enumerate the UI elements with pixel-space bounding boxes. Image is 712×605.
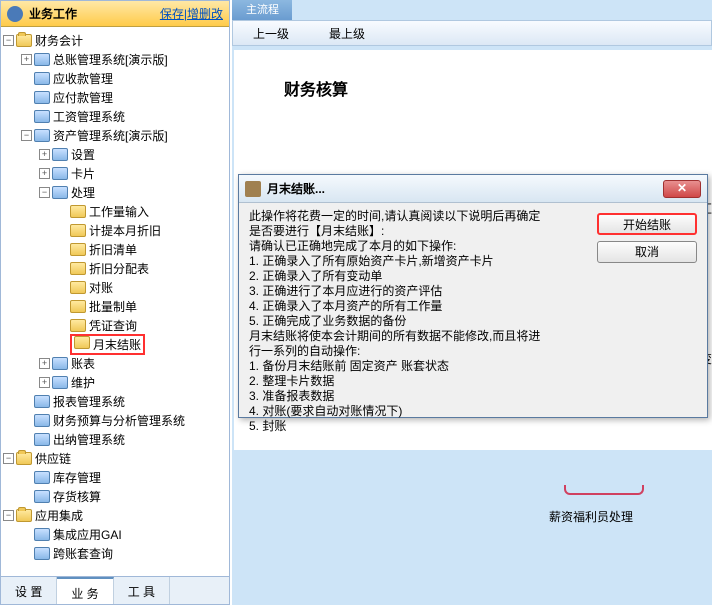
tree-node[interactable]: 批量制单 <box>89 298 137 315</box>
tree-node[interactable]: 处理 <box>71 184 95 201</box>
folder-icon <box>52 167 68 180</box>
expand-icon[interactable]: + <box>39 358 50 369</box>
folder-icon <box>70 205 86 218</box>
label-box <box>564 485 644 495</box>
sidebar: 业务工作 保存 | 增删改 − 财务会计 + 总账管理系统[演示版] 应收款管理 应… <box>0 0 230 605</box>
sidebar-tabs: 设 置 业 务 工 具 <box>1 576 229 604</box>
tree-node[interactable]: 报表管理系统 <box>53 393 125 410</box>
highlighted-node: 月末结账 <box>70 334 145 355</box>
page-title: 财务核算 <box>284 76 712 100</box>
dialog-text: 此操作将花费一定的时间,请认真阅读以下说明后再确定 是否要进行【月末结账】: 请… <box>249 209 597 434</box>
dialog-title: 月末结账... <box>267 180 663 197</box>
dialog-icon <box>245 181 261 197</box>
folder-icon <box>70 243 86 256</box>
label-text: 薪资福利员处理 <box>549 508 633 525</box>
tree-node[interactable]: 出纳管理系统 <box>53 431 125 448</box>
folder-icon <box>70 300 86 313</box>
tree-node[interactable]: 资产管理系统[演示版] <box>53 127 168 144</box>
tree-node[interactable]: 工作量输入 <box>89 203 149 220</box>
collapse-icon[interactable]: − <box>3 510 14 521</box>
expand-icon[interactable]: + <box>39 149 50 160</box>
folder-icon <box>34 395 50 408</box>
dialog-body: 此操作将花费一定的时间,请认真阅读以下说明后再确定 是否要进行【月末结账】: 请… <box>239 203 707 440</box>
folder-icon <box>70 224 86 237</box>
nav-top-button[interactable]: 最上级 <box>329 25 365 42</box>
folder-icon <box>74 336 90 349</box>
nav-bar: 上一级 最上级 <box>232 20 712 46</box>
tree-node[interactable]: 应付款管理 <box>53 89 113 106</box>
tree-node[interactable]: 财务预算与分析管理系统 <box>53 412 185 429</box>
folder-icon <box>70 262 86 275</box>
save-link[interactable]: 保存 <box>160 5 184 22</box>
sidebar-title: 业务工作 <box>29 5 160 22</box>
tree-node[interactable]: 工资管理系统 <box>53 108 125 125</box>
folder-icon <box>34 414 50 427</box>
folder-icon <box>34 91 50 104</box>
tree-node[interactable]: 账表 <box>71 355 95 372</box>
tree-node[interactable]: 跨账套查询 <box>53 545 113 562</box>
collapse-icon[interactable]: − <box>21 130 32 141</box>
dialog-titlebar[interactable]: 月末结账... ✕ <box>239 175 707 203</box>
folder-open-icon <box>16 34 32 47</box>
top-tab[interactable]: 主流程 <box>232 0 292 20</box>
folder-icon <box>52 148 68 161</box>
tree-node[interactable]: 应用集成 <box>35 507 83 524</box>
folder-icon <box>34 528 50 541</box>
tab-settings[interactable]: 设 置 <box>1 577 57 604</box>
tree-node[interactable]: 集成应用GAI <box>53 526 122 543</box>
collapse-icon[interactable]: − <box>3 35 14 46</box>
tab-business[interactable]: 业 务 <box>57 577 113 604</box>
tree-node[interactable]: 总账管理系统[演示版] <box>53 51 168 68</box>
tree-node[interactable]: 设置 <box>71 146 95 163</box>
tree-node[interactable]: 凭证查询 <box>89 317 137 334</box>
tree-node[interactable]: 财务会计 <box>35 32 83 49</box>
folder-icon <box>52 357 68 370</box>
tree-node-month-end[interactable]: 月末结账 <box>93 338 141 352</box>
folder-icon <box>52 376 68 389</box>
tree-node[interactable]: 折旧清单 <box>89 241 137 258</box>
folder-icon <box>70 319 86 332</box>
dialog-buttons: 开始结账 取消 <box>597 209 697 434</box>
expand-icon[interactable]: + <box>39 377 50 388</box>
tree-node[interactable]: 库存管理 <box>53 469 101 486</box>
expand-icon[interactable]: + <box>21 54 32 65</box>
expand-icon[interactable]: + <box>39 168 50 179</box>
tree-node[interactable]: 卡片 <box>71 165 95 182</box>
tree-node[interactable]: 对账 <box>89 279 113 296</box>
folder-icon <box>34 490 50 503</box>
modify-link[interactable]: 增删改 <box>187 5 223 22</box>
start-button[interactable]: 开始结账 <box>597 213 697 235</box>
user-icon <box>7 6 23 22</box>
cancel-button[interactable]: 取消 <box>597 241 697 263</box>
tree-node[interactable]: 计提本月折旧 <box>89 222 161 239</box>
nav-tree: − 财务会计 + 总账管理系统[演示版] 应收款管理 应付款管理 工资管理系统 − 资… <box>1 27 229 569</box>
month-end-dialog: 月末结账... ✕ 此操作将花费一定的时间,请认真阅读以下说明后再确定 是否要进… <box>238 174 708 418</box>
tree-node[interactable]: 供应链 <box>35 450 71 467</box>
folder-icon <box>34 471 50 484</box>
sidebar-header: 业务工作 保存 | 增删改 <box>1 1 229 27</box>
tree-node[interactable]: 存货核算 <box>53 488 101 505</box>
nav-up-button[interactable]: 上一级 <box>253 25 289 42</box>
tree-node[interactable]: 维护 <box>71 374 95 391</box>
folder-icon <box>70 281 86 294</box>
folder-icon <box>34 547 50 560</box>
folder-icon <box>34 53 50 66</box>
collapse-icon[interactable]: − <box>3 453 14 464</box>
close-button[interactable]: ✕ <box>663 180 701 198</box>
folder-icon <box>34 72 50 85</box>
folder-open-icon <box>16 509 32 522</box>
tree-node[interactable]: 应收款管理 <box>53 70 113 87</box>
tab-tools[interactable]: 工 具 <box>114 577 170 604</box>
folder-icon <box>52 186 68 199</box>
folder-icon <box>34 110 50 123</box>
folder-icon <box>34 433 50 446</box>
tree-node[interactable]: 折旧分配表 <box>89 260 149 277</box>
folder-open-icon <box>16 452 32 465</box>
collapse-icon[interactable]: − <box>39 187 50 198</box>
folder-icon <box>34 129 50 142</box>
